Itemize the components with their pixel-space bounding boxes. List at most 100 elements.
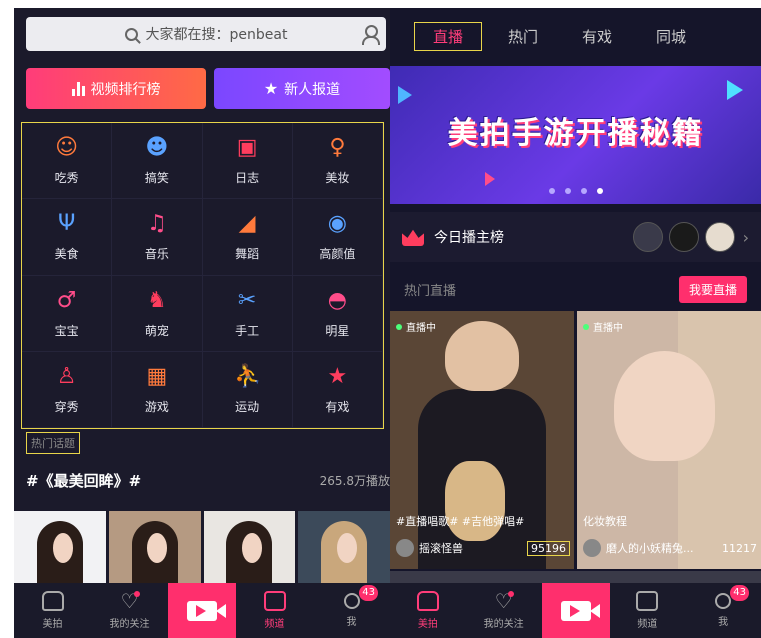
tab-live[interactable]: 直播 (414, 21, 483, 51)
category-baby[interactable]: ♂ 宝宝 (22, 275, 113, 352)
nav-label: 我 (718, 617, 729, 628)
topic-play-count: 265.8万播放 (319, 474, 390, 488)
decor-triangle (398, 86, 412, 104)
category-diary[interactable]: ▣ 日志 (202, 123, 293, 200)
category-eating[interactable]: ☺ 吃秀 (22, 123, 113, 200)
live-tags: 化妆教程 (583, 515, 627, 528)
record-button[interactable] (168, 583, 236, 638)
chevron-right-icon: › (742, 227, 749, 247)
nav-label: 我 (346, 617, 357, 628)
nav-label: 频道 (264, 619, 285, 630)
sunglasses-icon: ◓ (327, 287, 347, 313)
nav-channel[interactable]: 频道 (610, 583, 686, 638)
makeup-icon: ♀ (329, 135, 346, 161)
fork-knife-icon: Ψ (57, 211, 76, 237)
topic-title: #《最美回眸》# (26, 472, 142, 490)
search-icon (124, 27, 138, 41)
category-makeup[interactable]: ♀ 美妆 (292, 123, 383, 200)
left-screen: 大家都在搜：penbeat 视频排行榜 ★ 新人报道 ☺ 吃秀 ☻ 搞笑 ▣ 日志 ♀… (14, 8, 390, 638)
scissors-icon: ✂ (237, 287, 257, 313)
next-row-peek (390, 571, 761, 583)
nav-label: 美拍 (417, 619, 438, 630)
home-icon (41, 591, 64, 611)
category-music[interactable]: ♫ 音乐 (112, 199, 203, 276)
nav-home[interactable]: 美拍 (390, 583, 466, 638)
category-funny[interactable]: ☻ 搞笑 (112, 123, 203, 200)
tab-drama[interactable]: 有戏 (582, 26, 612, 47)
message-badge: 43 (359, 585, 378, 601)
video-thumbnail[interactable] (14, 511, 106, 589)
nav-me[interactable]: 43 我 (685, 583, 761, 638)
star-icon: ★ (263, 79, 279, 98)
promo-banner[interactable]: 美拍手游开播秘籍 (390, 66, 761, 204)
live-card[interactable]: 直播中 #直播唱歌# #吉他弹唱# 摇滚怪兽 95196 (390, 311, 574, 569)
topic-row[interactable]: #《最美回眸》# 265.8万播放 (26, 470, 390, 491)
banner-title: 美拍手游开播秘籍 (447, 116, 704, 151)
nav-home[interactable]: 美拍 (14, 583, 91, 638)
category-label: 美妆 (325, 171, 350, 186)
record-button[interactable] (541, 583, 610, 638)
category-label: 美食 (54, 247, 79, 262)
star-icon: ★ (327, 363, 348, 389)
avatar (396, 539, 414, 557)
person-icon (343, 593, 360, 609)
top-tabs: 直播 热门 有戏 同城 (390, 8, 761, 64)
category-good-looks[interactable]: ◉ 高颜值 (292, 199, 383, 276)
newcomer-report-button[interactable]: ★ 新人报道 (214, 68, 390, 109)
category-label: 日志 (235, 171, 260, 186)
diary-book-icon: ▣ (236, 135, 258, 161)
category-label: 宝宝 (54, 323, 79, 338)
nav-following[interactable]: ♡ 我的关注 (466, 583, 542, 638)
notification-dot (507, 591, 514, 597)
video-thumbnail[interactable] (298, 511, 390, 589)
eating-face-icon: ☺ (55, 135, 79, 161)
notification-dot (134, 591, 140, 597)
category-handcraft[interactable]: ✂ 手工 (202, 275, 293, 352)
nav-label: 频道 (637, 619, 658, 630)
category-label: 萌宠 (144, 323, 169, 338)
laughing-face-icon: ☻ (145, 135, 169, 161)
tab-hot[interactable]: 热门 (508, 26, 538, 47)
category-label: 舞蹈 (235, 247, 260, 262)
nav-channel[interactable]: 频道 (236, 583, 313, 638)
nav-me[interactable]: 43 我 (313, 583, 390, 638)
category-outfit[interactable]: ♙ 穿秀 (22, 351, 113, 428)
hot-topic-label: 热门话题 (26, 432, 80, 454)
bottom-nav: 美拍 ♡ 我的关注 频道 43 我 (14, 583, 390, 638)
bottom-nav: 美拍 ♡ 我的关注 频道 43 我 (390, 583, 761, 638)
nav-following[interactable]: ♡ 我的关注 (91, 583, 168, 638)
sport-icon: ⛹ (234, 363, 262, 389)
dance-icon: ◢ (238, 211, 256, 237)
nav-label: 我的关注 (109, 619, 150, 630)
host-name: 摇滚怪兽 (419, 542, 463, 555)
hot-live-header: 热门直播 我要直播 (390, 274, 761, 304)
newcomer-report-label: 新人报道 (284, 81, 341, 98)
category-label: 高颜值 (319, 247, 356, 262)
tab-local[interactable]: 同城 (656, 26, 686, 47)
search-placeholder: 大家都在搜：penbeat (145, 27, 288, 43)
nav-label: 我的关注 (483, 619, 524, 630)
live-caption: 摇滚怪兽 95196 (396, 539, 570, 557)
search-bar[interactable]: 大家都在搜：penbeat (26, 17, 386, 51)
category-games[interactable]: ▦ 游戏 (112, 351, 203, 428)
decor-triangle (727, 80, 743, 100)
category-celebrity[interactable]: ◓ 明星 (292, 275, 383, 352)
category-dance[interactable]: ◢ 舞蹈 (202, 199, 293, 276)
video-thumbnail[interactable] (203, 511, 296, 589)
video-thumbnail[interactable] (108, 511, 201, 589)
viewer-count: 11217 (722, 541, 757, 555)
nav-label: 美拍 (42, 619, 63, 630)
live-card[interactable]: 直播中 化妆教程 磨人的小妖精兔... 11217 (577, 311, 761, 569)
video-ranking-button[interactable]: 视频排行榜 (26, 68, 206, 109)
category-label: 穿秀 (54, 399, 79, 414)
go-live-button[interactable]: 我要直播 (678, 275, 747, 303)
baby-pacifier-icon: ♂ (56, 287, 77, 313)
category-pets[interactable]: ♞ 萌宠 (112, 275, 203, 352)
category-drama[interactable]: ★ 有戏 (292, 351, 383, 428)
category-food[interactable]: Ψ 美食 (22, 199, 113, 276)
daily-host-ranking[interactable]: 今日播主榜 › (390, 212, 761, 262)
person-icon (715, 593, 732, 609)
user-icon[interactable] (362, 25, 380, 45)
tv-icon (263, 591, 286, 611)
category-sports[interactable]: ⛹ 运动 (202, 351, 293, 428)
